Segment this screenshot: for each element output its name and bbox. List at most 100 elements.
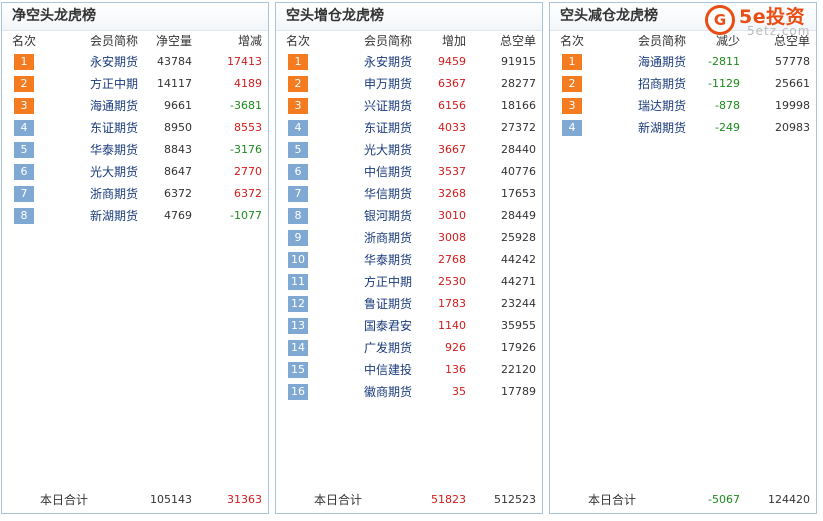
logo-domain: 5etz.com [747, 24, 811, 38]
table-row[interactable]: 12 鲁证期货 1783 23244 [276, 293, 542, 315]
table-row[interactable]: 2 申万期货 6367 28277 [276, 73, 542, 95]
value-cell: 3010 [438, 209, 466, 222]
table-row[interactable]: 4 东证期货 4033 27372 [276, 117, 542, 139]
value-cell: 8843 [164, 143, 192, 156]
rank-badge: 7 [288, 186, 308, 202]
short-increase-ranking-panel: 空头增仓龙虎榜 名次 会员简称 增加 总空单 1 永安期货 9459 91915 2 申万期货 636… [275, 2, 543, 514]
change-cell: 28277 [501, 77, 536, 90]
value-cell: 9459 [438, 55, 466, 68]
table-row[interactable]: 1 永安期货 9459 91915 [276, 51, 542, 73]
rank-badge: 16 [288, 384, 308, 400]
value-cell: 1783 [438, 297, 466, 310]
logo-mark-icon: G [705, 5, 735, 35]
rank-badge: 6 [288, 164, 308, 180]
rank-badge: 1 [562, 54, 582, 70]
change-cell: -3681 [230, 99, 262, 112]
rank-badge: 11 [288, 274, 308, 290]
table-row[interactable]: 16 徽商期货 35 17789 [276, 381, 542, 403]
table-row[interactable]: 5 光大期货 3667 28440 [276, 139, 542, 161]
value-cell: 14117 [157, 77, 192, 90]
value-cell: 2768 [438, 253, 466, 266]
table-row[interactable]: 5 华泰期货 8843 -3176 [2, 139, 268, 161]
table-row[interactable]: 15 中信建投 136 22120 [276, 359, 542, 381]
site-logo[interactable]: G 5e投资 5etz.com [705, 3, 815, 39]
table-row[interactable]: 7 浙商期货 6372 6372 [2, 183, 268, 205]
value-cell: 926 [445, 341, 466, 354]
change-cell: 8553 [234, 121, 262, 134]
change-cell: 23244 [501, 297, 536, 310]
table-row[interactable]: 3 海通期货 9661 -3681 [2, 95, 268, 117]
change-cell: 28449 [501, 209, 536, 222]
table-row[interactable]: 1 海通期货 -2811 57778 [550, 51, 816, 73]
table-row[interactable]: 9 浙商期货 3008 25928 [276, 227, 542, 249]
total-label: 本日合计 [588, 493, 637, 507]
value-cell: 43784 [157, 55, 192, 68]
rank-badge: 8 [14, 208, 34, 224]
table-row[interactable]: 3 兴证期货 6156 18166 [276, 95, 542, 117]
change-cell: 19998 [775, 99, 810, 112]
rank-badge: 5 [14, 142, 34, 158]
value-cell: -878 [715, 99, 740, 112]
header-rank: 名次 [286, 34, 311, 48]
table-row[interactable]: 6 光大期货 8647 2770 [2, 161, 268, 183]
change-cell: 18166 [501, 99, 536, 112]
header-rank: 名次 [12, 34, 37, 48]
rank-badge: 1 [288, 54, 308, 70]
change-cell: 25661 [775, 77, 810, 90]
change-cell: -3176 [230, 143, 262, 156]
table-row[interactable]: 1 永安期货 43784 17413 [2, 51, 268, 73]
header-value: 净空量 [155, 34, 192, 48]
value-cell: 6156 [438, 99, 466, 112]
table-row[interactable]: 10 华泰期货 2768 44242 [276, 249, 542, 271]
table-row[interactable]: 3 瑞达期货 -878 19998 [550, 95, 816, 117]
rank-badge: 15 [288, 362, 308, 378]
rank-badge: 3 [288, 98, 308, 114]
value-cell: 8647 [164, 165, 192, 178]
rank-badge: 1 [14, 54, 34, 70]
table-row[interactable]: 2 方正中期 14117 4189 [2, 73, 268, 95]
daily-total-row: 本日合计 105143 31363 [2, 489, 268, 511]
table-row[interactable]: 2 招商期货 -1129 25661 [550, 73, 816, 95]
total-value: -5067 [708, 493, 740, 506]
change-cell: 40776 [501, 165, 536, 178]
table-row[interactable]: 4 新湖期货 -249 20983 [550, 117, 816, 139]
total-value: 51823 [431, 493, 466, 506]
table-row[interactable]: 6 中信期货 3537 40776 [276, 161, 542, 183]
change-cell: 91915 [501, 55, 536, 68]
net-short-ranking-panel: 净空头龙虎榜 名次 会员简称 净空量 增减 1 永安期货 43784 17413 2 方正中期 141… [1, 2, 269, 514]
table-row[interactable]: 7 华信期货 3268 17653 [276, 183, 542, 205]
value-cell: 3008 [438, 231, 466, 244]
table-row[interactable]: 8 新湖期货 4769 -1077 [2, 205, 268, 227]
value-cell: 1140 [438, 319, 466, 332]
table-row[interactable]: 11 方正中期 2530 44271 [276, 271, 542, 293]
header-change: 增减 [237, 34, 262, 48]
rank-badge: 12 [288, 296, 308, 312]
change-cell: 17653 [501, 187, 536, 200]
value-cell: 6367 [438, 77, 466, 90]
rank-badge: 6 [14, 164, 34, 180]
change-cell: 2770 [234, 165, 262, 178]
total-label: 本日合计 [40, 493, 89, 507]
table-row[interactable]: 14 广发期货 926 17926 [276, 337, 542, 359]
value-cell: 9661 [164, 99, 192, 112]
panel-title: 空头增仓龙虎榜 [276, 3, 542, 31]
value-cell: 4769 [164, 209, 192, 222]
value-cell: 2530 [438, 275, 466, 288]
rank-badge: 3 [562, 98, 582, 114]
change-cell: 44242 [501, 253, 536, 266]
table-row[interactable]: 13 国泰君安 1140 35955 [276, 315, 542, 337]
rank-badge: 8 [288, 208, 308, 224]
value-cell: -249 [715, 121, 740, 134]
change-cell: 25928 [501, 231, 536, 244]
total-change: 31363 [227, 493, 262, 506]
change-cell: 44271 [501, 275, 536, 288]
header-rank: 名次 [560, 34, 585, 48]
rank-badge: 9 [288, 230, 308, 246]
column-header-row: 名次 会员简称 增加 总空单 [276, 31, 542, 51]
rank-badge: 13 [288, 318, 308, 334]
header-change: 总空单 [499, 34, 536, 48]
table-row[interactable]: 8 银河期货 3010 28449 [276, 205, 542, 227]
total-change: 512523 [494, 493, 536, 506]
value-cell: 4033 [438, 121, 466, 134]
table-row[interactable]: 4 东证期货 8950 8553 [2, 117, 268, 139]
